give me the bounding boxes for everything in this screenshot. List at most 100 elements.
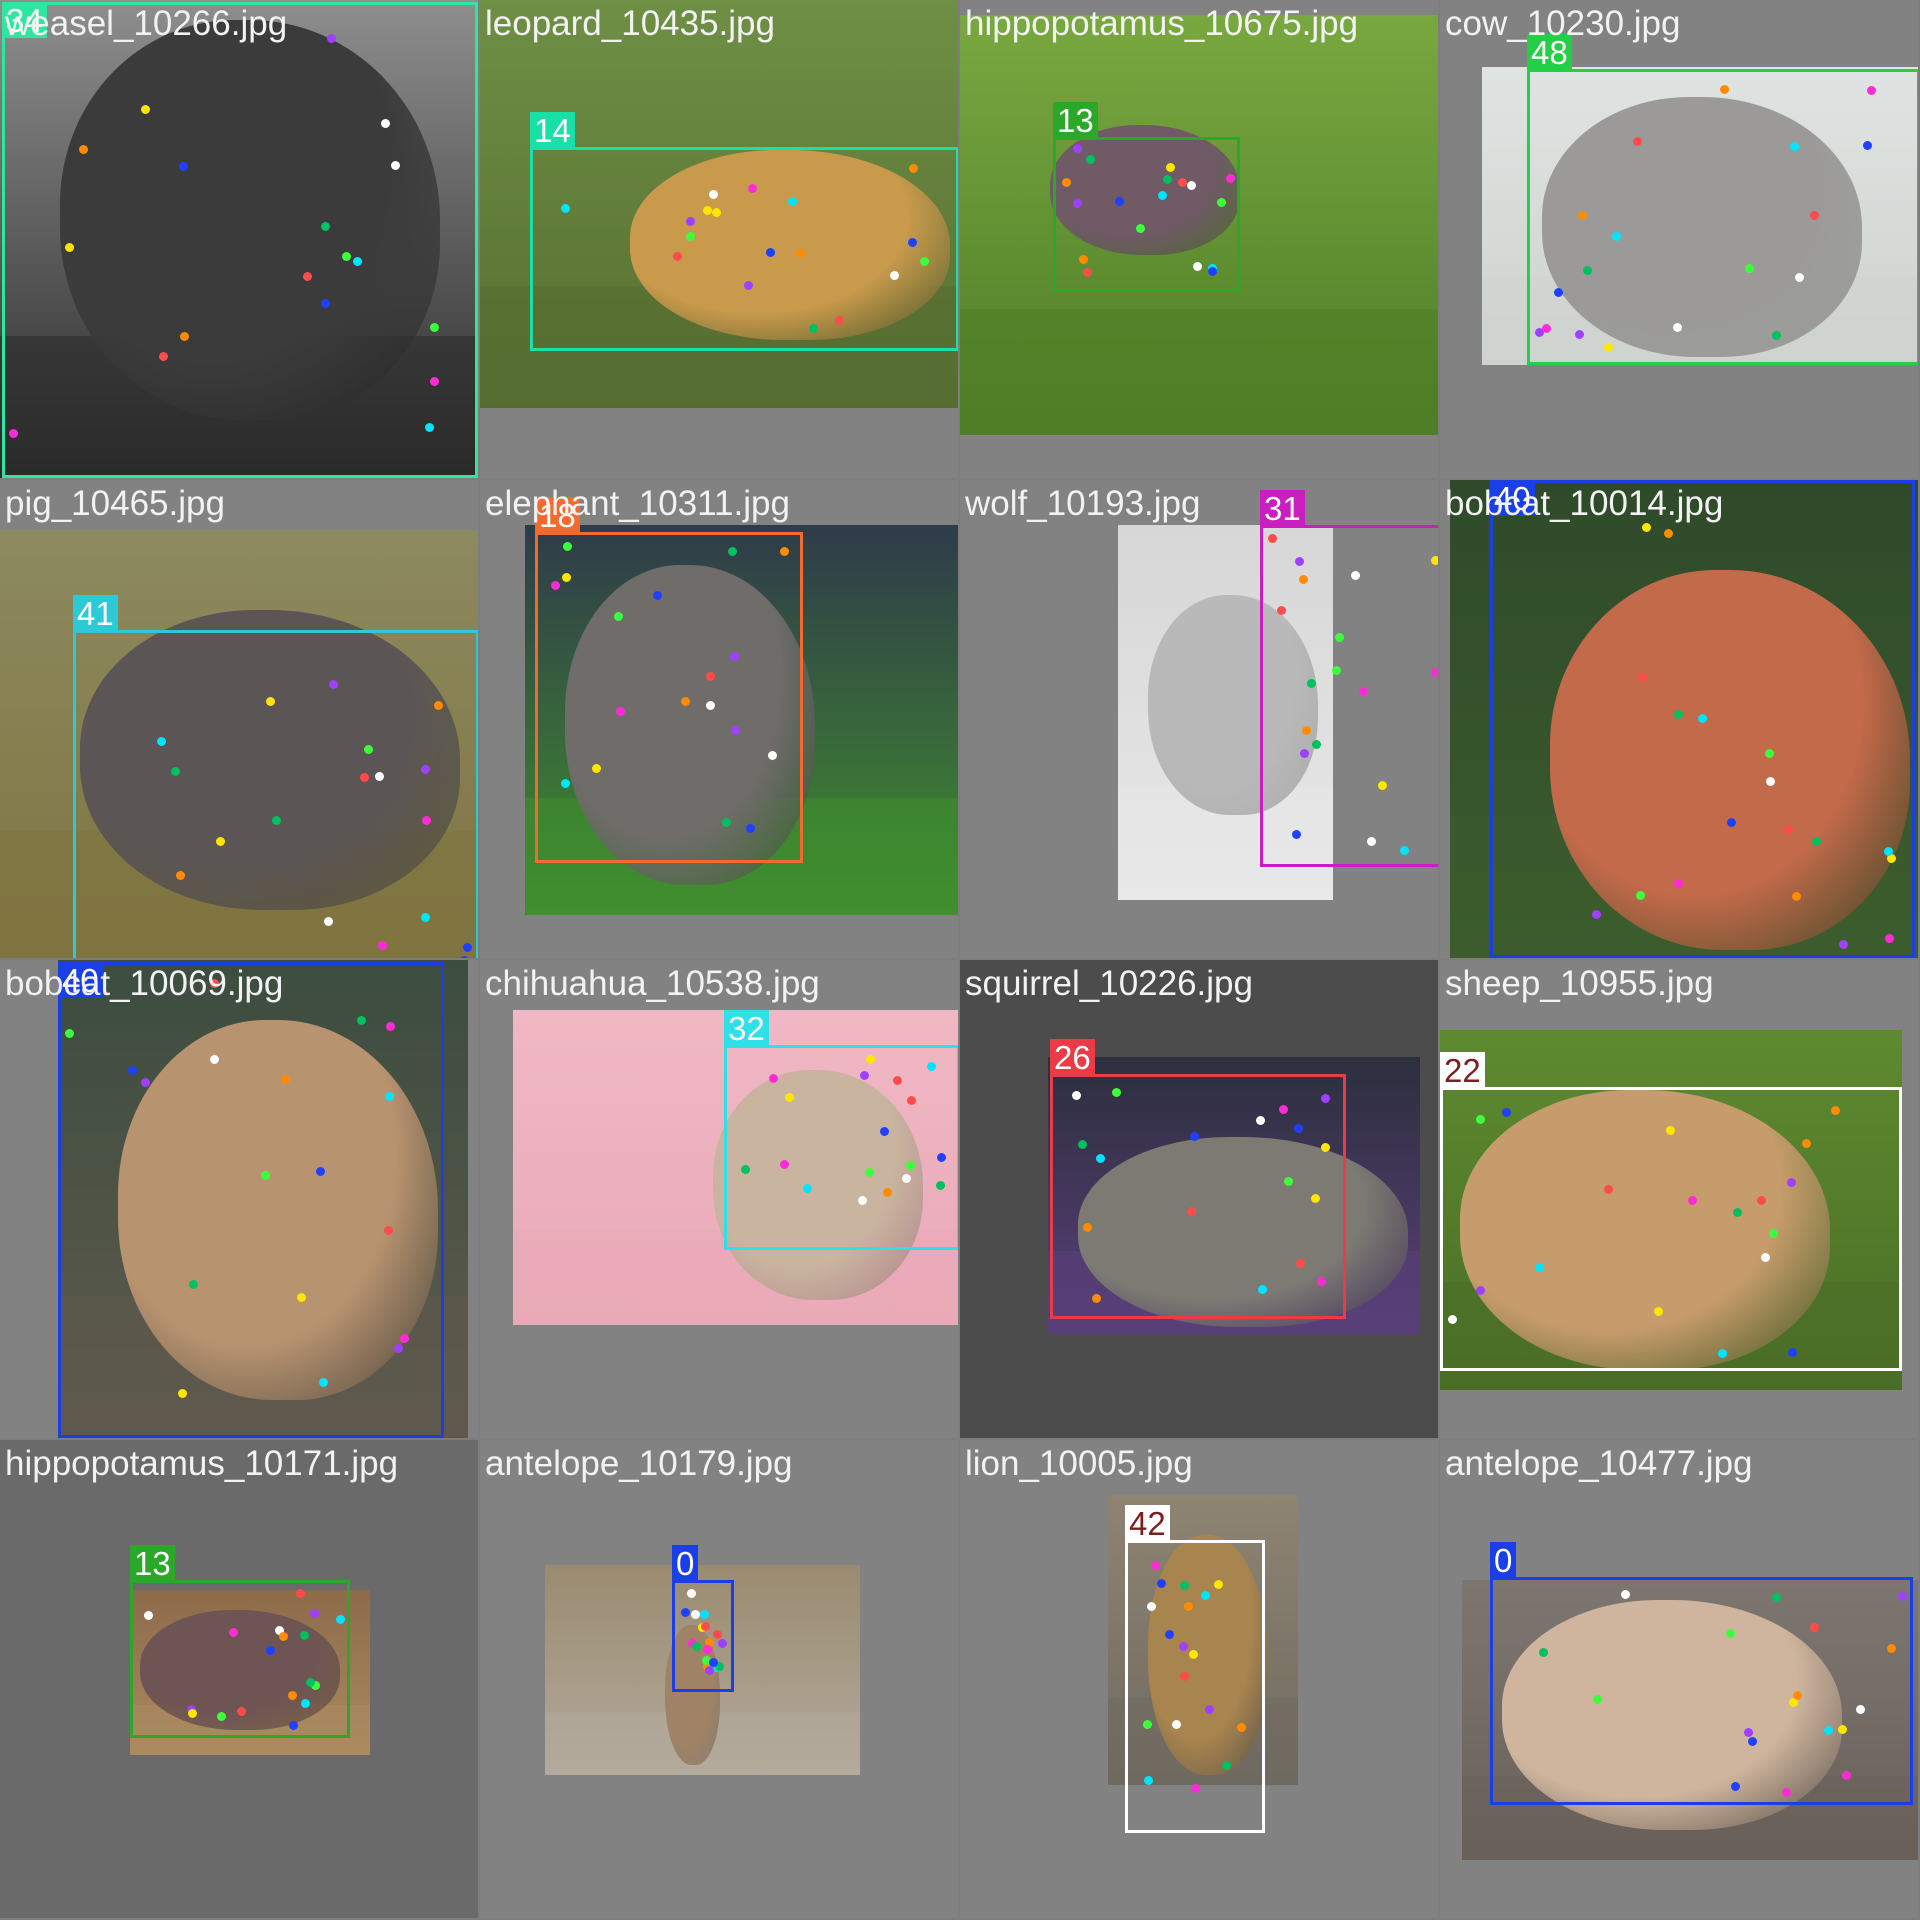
- keypoint-marker: [422, 816, 431, 825]
- keypoint-marker: [1166, 163, 1175, 172]
- keypoint-marker: [306, 1678, 315, 1687]
- keypoint-marker: [1217, 198, 1226, 207]
- keypoint-marker: [748, 184, 757, 193]
- keypoint-marker: [1296, 1259, 1305, 1268]
- keypoint-marker: [686, 232, 695, 241]
- keypoint-marker: [381, 119, 390, 128]
- bounding-box: 0: [1490, 1542, 1913, 1805]
- keypoint-marker: [1078, 1140, 1087, 1149]
- mosaic-tile: 48 cow_10230.jpg: [1440, 0, 1918, 478]
- filename-label: pig_10465.jpg: [5, 484, 225, 523]
- bounding-box: 32: [724, 1010, 958, 1250]
- keypoint-marker: [1578, 211, 1587, 220]
- keypoint-marker: [860, 1071, 869, 1080]
- keypoint-marker: [316, 1167, 325, 1176]
- keypoint-marker: [1256, 1116, 1265, 1125]
- keypoint-marker: [1184, 1602, 1193, 1611]
- keypoint-marker: [1638, 673, 1647, 682]
- filename-label: leopard_10435.jpg: [485, 4, 775, 43]
- keypoint-marker: [1205, 1705, 1214, 1714]
- keypoint-marker: [718, 1639, 727, 1648]
- ground-area: [960, 309, 1438, 435]
- keypoint-marker: [1885, 934, 1894, 943]
- keypoint-marker: [1086, 155, 1095, 164]
- keypoint-marker: [1838, 1725, 1847, 1734]
- keypoint-marker: [1795, 273, 1804, 282]
- bounding-box: 41: [73, 595, 478, 958]
- keypoint-marker: [1666, 1126, 1675, 1135]
- keypoint-marker: [731, 726, 740, 735]
- keypoint-marker: [336, 1615, 345, 1624]
- keypoint-marker: [430, 323, 439, 332]
- keypoint-marker: [364, 745, 373, 754]
- keypoint-marker: [210, 1055, 219, 1064]
- keypoint-marker: [1688, 1196, 1697, 1205]
- class-label: 42: [1125, 1505, 1170, 1542]
- keypoint-marker: [1226, 174, 1235, 183]
- keypoint-marker: [1277, 606, 1286, 615]
- keypoint-marker: [1502, 1108, 1511, 1117]
- keypoint-marker: [1802, 1139, 1811, 1148]
- keypoint-marker: [1268, 534, 1277, 543]
- keypoint-marker: [1898, 1592, 1907, 1601]
- keypoint-marker: [1733, 1208, 1742, 1217]
- keypoint-marker: [141, 105, 150, 114]
- keypoint-marker: [1258, 1285, 1267, 1294]
- keypoint-marker: [1172, 1720, 1181, 1729]
- keypoint-marker: [1151, 1561, 1160, 1570]
- bounding-box: 0: [672, 1545, 734, 1692]
- keypoint-marker: [701, 1622, 710, 1631]
- keypoint-marker: [741, 1165, 750, 1174]
- mosaic-tile: 34 weasel_10266.jpg: [0, 0, 478, 478]
- filename-label: cow_10230.jpg: [1445, 4, 1681, 43]
- keypoint-marker: [1312, 740, 1321, 749]
- keypoint-marker: [1431, 556, 1438, 565]
- keypoint-marker: [1839, 940, 1848, 949]
- keypoint-marker: [1744, 1728, 1753, 1737]
- keypoint-marker: [128, 1066, 137, 1075]
- keypoint-marker: [1144, 1776, 1153, 1785]
- keypoint-marker: [65, 1029, 74, 1038]
- keypoint-marker: [785, 1093, 794, 1102]
- class-label: 41: [73, 595, 118, 632]
- keypoint-marker: [1787, 1178, 1796, 1187]
- keypoint-marker: [321, 222, 330, 231]
- mosaic-tile: 0 antelope_10477.jpg: [1440, 1440, 1918, 1918]
- bounding-box: 13: [1053, 102, 1240, 292]
- keypoint-marker: [681, 697, 690, 706]
- keypoint-marker: [1810, 1623, 1819, 1632]
- keypoint-marker: [744, 281, 753, 290]
- class-label: 14: [530, 112, 575, 149]
- keypoint-marker: [551, 581, 560, 590]
- keypoint-marker: [1079, 255, 1088, 264]
- bounding-box: 40: [1490, 480, 1915, 958]
- keypoint-marker: [1636, 891, 1645, 900]
- keypoint-marker: [780, 1160, 789, 1169]
- keypoint-marker: [1179, 1642, 1188, 1651]
- keypoint-marker: [189, 1280, 198, 1289]
- keypoint-marker: [1476, 1286, 1485, 1295]
- keypoint-marker: [592, 764, 601, 773]
- keypoint-marker: [686, 217, 695, 226]
- keypoint-marker: [394, 1344, 403, 1353]
- keypoint-marker: [902, 1174, 911, 1183]
- keypoint-marker: [766, 248, 775, 257]
- keypoint-marker: [1887, 1644, 1896, 1653]
- keypoint-marker: [908, 238, 917, 247]
- keypoint-marker: [1332, 666, 1341, 675]
- keypoint-marker: [1698, 714, 1707, 723]
- class-label: 13: [1053, 102, 1098, 139]
- keypoint-marker: [700, 1610, 709, 1619]
- filename-label: wolf_10193.jpg: [965, 484, 1201, 523]
- keypoint-marker: [1539, 1648, 1548, 1657]
- keypoint-marker: [1554, 288, 1563, 297]
- mosaic-tile: 40 bobcat_10069.jpg: [0, 960, 478, 1438]
- keypoint-marker: [1575, 330, 1584, 339]
- keypoint-marker: [179, 162, 188, 171]
- mosaic-tile: 22 sheep_10955.jpg: [1440, 960, 1918, 1438]
- keypoint-marker: [893, 1076, 902, 1085]
- filename-label: weasel_10266.jpg: [5, 4, 288, 43]
- keypoint-marker: [216, 837, 225, 846]
- keypoint-marker: [1772, 331, 1781, 340]
- keypoint-marker: [1158, 191, 1167, 200]
